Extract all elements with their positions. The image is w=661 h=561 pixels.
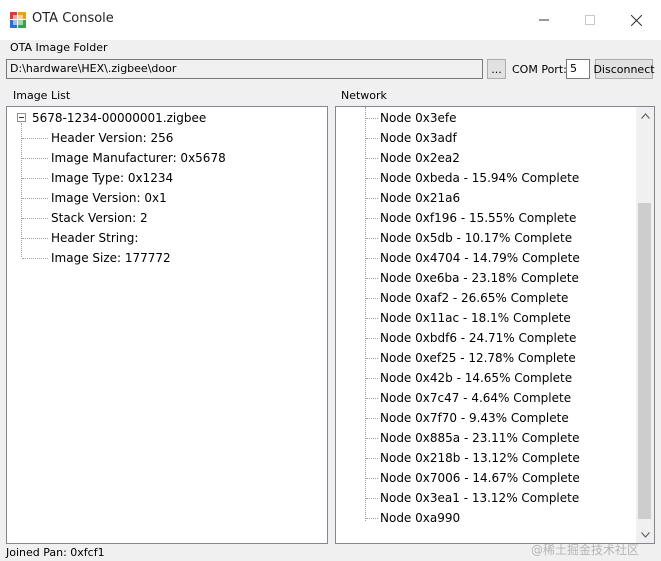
folder-path-field[interactable]: D:\hardware\HEX\.zigbee\door [6,59,483,79]
network-node-item[interactable]: Node 0xa990 [380,508,460,528]
network-node-item[interactable]: Node 0x3adf [380,128,457,148]
network-node-item[interactable]: Node 0xef25 - 12.78% Complete [380,348,576,368]
joined-pan-status: Joined Pan: 0xfcf1 [6,546,105,559]
minimize-button[interactable] [521,0,567,40]
com-port-field[interactable]: 5 [566,59,590,79]
close-icon [630,14,642,26]
ota-console-window: OTA Console OTA Image Folder D:\hardware… [0,0,661,561]
vertical-scrollbar[interactable] [636,107,654,543]
chevron-up-icon [640,112,650,119]
network-node-item[interactable]: Node 0x42b - 14.65% Complete [380,368,572,388]
network-node-item[interactable]: Node 0xe6ba - 23.18% Complete [380,268,579,288]
watermark-text: @稀土掘金技术社区 [531,543,640,557]
com-port-label: COM Port: [512,63,567,76]
network-node-item[interactable]: Node 0x7f70 - 9.43% Complete [380,408,569,428]
maximize-button[interactable] [567,0,613,40]
network-list[interactable]: Node 0x3efe Node 0x3adf Node 0x2ea2 Node 0x… [335,106,655,544]
scroll-thumb[interactable] [638,203,651,519]
network-node-item[interactable]: Node 0xbdf6 - 24.71% Complete [380,328,576,348]
chevron-down-icon [640,531,650,538]
image-list-tree[interactable]: 5678-1234-00000001.zigbee Header Version… [6,106,328,544]
browse-button[interactable]: ... [487,59,506,79]
network-node-item[interactable]: Node 0xf196 - 15.55% Complete [380,208,576,228]
network-node-item[interactable]: Node 0x4704 - 14.79% Complete [380,248,580,268]
network-node-item[interactable]: Node 0x5db - 10.17% Complete [380,228,572,248]
tree-item-image-version[interactable]: Image Version: 0x1 [51,188,167,208]
title-bar[interactable]: OTA Console [0,0,661,40]
network-node-item[interactable]: Node 0x3efe [380,108,457,128]
network-node-item[interactable]: Node 0x3ea1 - 13.12% Complete [380,488,579,508]
network-node-item[interactable]: Node 0x11ac - 18.1% Complete [380,308,571,328]
disconnect-button[interactable]: Disconnect [593,59,655,79]
tree-item-header-string[interactable]: Header String: [51,228,138,248]
scroll-up-button[interactable] [636,107,654,124]
collapse-toggle-icon[interactable] [17,113,26,122]
image-list-heading: Image List [13,89,71,102]
network-node-item[interactable]: Node 0x2ea2 [380,148,460,168]
tree-item-header-version[interactable]: Header Version: 256 [51,128,173,148]
tree-item-image-manufacturer[interactable]: Image Manufacturer: 0x5678 [51,148,226,168]
close-button[interactable] [613,0,659,40]
ota-image-folder-label: OTA Image Folder [10,41,108,54]
tree-connector [21,123,22,257]
network-node-item[interactable]: Node 0xaf2 - 26.65% Complete [380,288,568,308]
network-node-item[interactable]: Node 0x885a - 23.11% Complete [380,428,580,448]
network-node-item[interactable]: Node 0x7006 - 14.67% Complete [380,468,580,488]
network-node-item[interactable]: Node 0xbeda - 15.94% Complete [380,168,579,188]
maximize-icon [585,15,595,25]
minimize-icon [539,19,549,21]
app-icon [10,12,26,28]
tree-item-stack-version[interactable]: Stack Version: 2 [51,208,148,228]
tree-item-image-type[interactable]: Image Type: 0x1234 [51,168,173,188]
network-heading: Network [341,89,387,102]
network-node-item[interactable]: Node 0x21a6 [380,188,460,208]
tree-root-file[interactable]: 5678-1234-00000001.zigbee [32,108,206,128]
tree-item-image-size[interactable]: Image Size: 177772 [51,248,171,268]
window-title: OTA Console [32,11,114,26]
network-node-item[interactable]: Node 0x218b - 13.12% Complete [380,448,580,468]
network-node-item[interactable]: Node 0x7c47 - 4.64% Complete [380,388,571,408]
